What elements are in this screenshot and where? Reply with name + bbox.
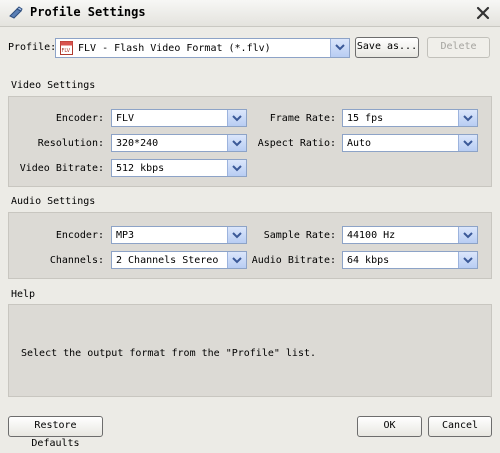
aspect-ratio-select[interactable]: Auto [342,134,478,152]
frame-rate-label: Frame Rate: [269,113,336,124]
video-bitrate-label: Video Bitrate: [19,163,104,174]
aspect-ratio-value: Auto [347,138,372,149]
video-settings-title: Video Settings [11,80,96,91]
profile-select[interactable]: FLV FLV - Flash Video Format (*.flv) [55,38,350,58]
chevron-down-icon[interactable] [458,135,477,151]
audio-encoder-value: MP3 [116,230,135,241]
channels-label: Channels: [49,255,104,266]
audio-bitrate-value: 64 kbps [347,255,390,266]
close-icon[interactable] [474,4,492,22]
sample-rate-value: 44100 Hz [347,230,396,241]
audio-bitrate-label: Audio Bitrate: [251,255,336,266]
chevron-down-icon[interactable] [330,39,349,57]
sample-rate-select[interactable]: 44100 Hz [342,226,478,244]
chevron-down-icon[interactable] [458,227,477,243]
flv-file-icon: FLV [60,41,73,55]
video-encoder-value: FLV [116,113,135,124]
frame-rate-value: 15 fps [347,113,384,124]
delete-button[interactable]: Delete [427,37,490,58]
channels-select[interactable]: 2 Channels Stereo [111,251,247,269]
resolution-value: 320*240 [116,138,159,149]
cancel-button[interactable]: Cancel [428,416,492,437]
aspect-ratio-label: Aspect Ratio: [257,138,336,149]
chevron-down-icon[interactable] [458,110,477,126]
chevron-down-icon[interactable] [458,252,477,268]
audio-bitrate-select[interactable]: 64 kbps [342,251,478,269]
sample-rate-label: Sample Rate: [263,230,336,241]
save-as-button[interactable]: Save as... [355,37,419,58]
chevron-down-icon[interactable] [227,160,246,176]
resolution-label: Resolution: [37,138,104,149]
resolution-select[interactable]: 320*240 [111,134,247,152]
video-encoder-select[interactable]: FLV [111,109,247,127]
video-bitrate-value: 512 kbps [116,163,165,174]
help-title: Help [11,289,36,300]
video-encoder-label: Encoder: [55,113,104,124]
video-bitrate-select[interactable]: 512 kbps [111,159,247,177]
profile-value: FLV - Flash Video Format (*.flv) [78,43,271,54]
title-bar: Profile Settings [0,0,500,27]
help-text: Select the output format from the "Profi… [21,348,317,359]
restore-defaults-button[interactable]: Restore Defaults [8,416,103,449]
audio-settings-title: Audio Settings [11,196,96,207]
audio-encoder-label: Encoder: [55,230,104,241]
svg-text:FLV: FLV [62,48,71,54]
chevron-down-icon[interactable] [227,110,246,126]
profile-label: Profile: [8,42,57,53]
chevron-down-icon[interactable] [227,252,246,268]
app-icon [9,6,23,19]
audio-encoder-select[interactable]: MP3 [111,226,247,244]
chevron-down-icon[interactable] [227,135,246,151]
chevron-down-icon[interactable] [227,227,246,243]
channels-value: 2 Channels Stereo [116,255,219,266]
ok-button[interactable]: OK [357,416,422,437]
frame-rate-select[interactable]: 15 fps [342,109,478,127]
window-title: Profile Settings [30,5,146,19]
